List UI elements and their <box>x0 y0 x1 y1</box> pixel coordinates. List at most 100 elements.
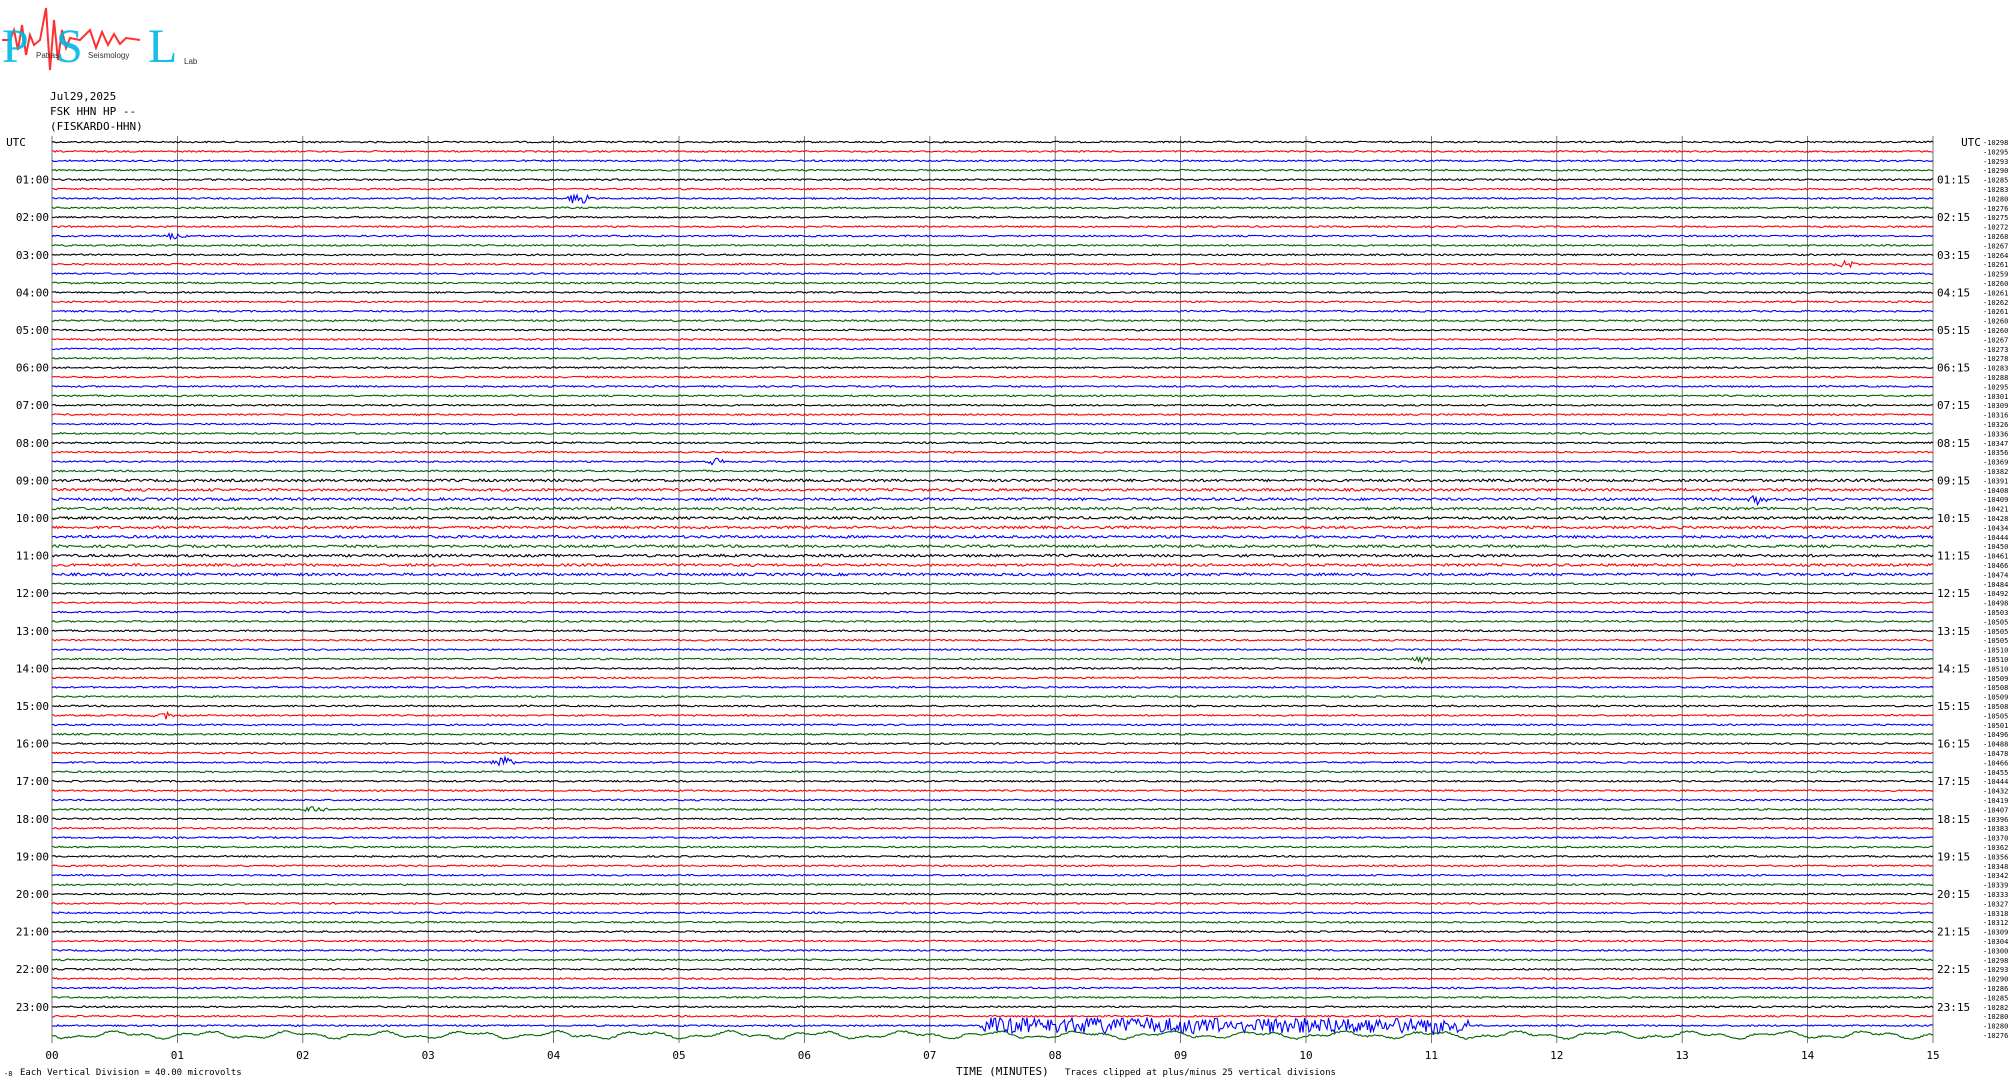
seismic-trace <box>51 638 1934 642</box>
trace-offset-label: -10455 <box>1983 769 2008 777</box>
trace-offset-label: -10492 <box>1983 590 2008 598</box>
seismic-trace <box>51 534 1934 540</box>
trace-offset-label: -10444 <box>1983 534 2008 542</box>
seismic-trace <box>51 422 1934 426</box>
seismic-trace <box>51 976 1934 981</box>
seismic-trace <box>51 629 1934 633</box>
footer-division-value: 40.00 microvolts <box>155 1068 242 1078</box>
left-hour-label: 07:00 <box>16 399 49 412</box>
trace-offset-label: -10259 <box>1983 271 2008 279</box>
seismic-trace <box>51 1029 1934 1041</box>
trace-offset-label: -10268 <box>1983 233 2008 241</box>
seismic-trace <box>51 394 1934 398</box>
seismic-trace <box>51 873 1934 877</box>
trace-offset-label: -10309 <box>1983 929 2008 937</box>
x-tick-label: 14 <box>1801 1049 1815 1062</box>
seismic-trace <box>51 281 1934 285</box>
trace-offset-label: -10505 <box>1983 618 2008 626</box>
trace-offset-label: -10450 <box>1983 543 2008 551</box>
right-axis-title: UTC <box>1961 136 1981 149</box>
trace-offset-label: -10280 <box>1983 1023 2008 1031</box>
x-tick-label: 08 <box>1049 1049 1062 1062</box>
seismic-trace <box>51 967 1934 971</box>
trace-offset-label: -10503 <box>1983 609 2008 617</box>
trace-offset-label: -10428 <box>1983 515 2008 523</box>
corner-mark: -8 <box>4 1070 12 1078</box>
seismic-trace <box>51 319 1934 323</box>
footer-division-label: Each Vertical Division = <box>20 1068 151 1078</box>
trace-offset-label: -10509 <box>1983 694 2008 702</box>
seismic-trace <box>51 854 1934 858</box>
right-hour-label: 22:15 <box>1937 963 1970 976</box>
seismic-trace <box>51 375 1934 379</box>
right-hour-label: 15:15 <box>1937 700 1970 713</box>
trace-offset-label: -10261 <box>1983 289 2008 297</box>
trace-offset-label: -10396 <box>1983 816 2008 824</box>
left-hour-label: 12:00 <box>16 587 49 600</box>
seismic-trace <box>51 864 1934 868</box>
trace-offset-label: -10336 <box>1983 430 2008 438</box>
trace-offset-label: -10508 <box>1983 684 2008 692</box>
trace-offset-label: -10347 <box>1983 440 2008 448</box>
seismic-trace <box>51 948 1934 952</box>
right-hour-label: 21:15 <box>1937 926 1970 939</box>
trace-offset-label: -10293 <box>1983 158 2008 166</box>
x-tick-label: 11 <box>1425 1049 1438 1062</box>
trace-offset-label: -10283 <box>1983 186 2008 194</box>
trace-offset-label: -10333 <box>1983 891 2008 899</box>
seismic-trace <box>51 741 1934 746</box>
trace-offset-label: -10510 <box>1983 656 2008 664</box>
seismic-trace <box>51 619 1934 623</box>
trace-offset-label: -10295 <box>1983 383 2008 391</box>
seismic-trace <box>51 168 1934 172</box>
trace-offset-label: -10286 <box>1983 985 2008 993</box>
left-hour-label: 17:00 <box>16 775 49 788</box>
trace-offset-label: -10267 <box>1983 242 2008 250</box>
seismic-trace <box>51 515 1934 521</box>
trace-offset-label: -10444 <box>1983 778 2008 786</box>
seismic-trace <box>52 487 1934 493</box>
seismic-trace <box>51 149 1933 153</box>
seismic-trace <box>51 901 1934 905</box>
right-hour-label: 23:15 <box>1937 1001 1970 1014</box>
left-hour-label: 10:00 <box>16 512 49 525</box>
trace-offset-label: -10309 <box>1983 402 2008 410</box>
trace-offset-label: -10339 <box>1983 882 2008 890</box>
seismic-trace <box>51 469 1934 473</box>
seismic-trace <box>51 779 1934 783</box>
trace-offset-label: -10301 <box>1983 393 2008 401</box>
seismic-trace <box>51 159 1934 163</box>
x-tick-label: 12 <box>1550 1049 1563 1062</box>
x-tick-label: 10 <box>1299 1049 1312 1062</box>
seismic-trace <box>51 478 1934 483</box>
seismic-trace <box>51 789 1934 793</box>
seismic-trace <box>51 553 1934 558</box>
seismic-trace <box>51 751 1934 755</box>
left-hour-label: 01:00 <box>16 174 49 187</box>
right-hour-label: 16:15 <box>1937 738 1970 751</box>
trace-offset-label: -10509 <box>1983 675 2008 683</box>
seismic-trace <box>51 328 1934 332</box>
trace-offset-label: -10348 <box>1983 863 2008 871</box>
left-hour-label: 04:00 <box>16 286 49 299</box>
trace-offset-label: -10391 <box>1983 477 2008 485</box>
trace-offset-label: -10298 <box>1983 957 2008 965</box>
left-hour-label: 05:00 <box>16 324 49 337</box>
right-hour-label: 08:15 <box>1937 437 1970 450</box>
trace-offset-label: -10484 <box>1983 581 2008 589</box>
seismic-trace <box>51 259 1934 269</box>
seismic-trace <box>51 431 1933 435</box>
seismic-trace <box>51 723 1934 727</box>
right-hour-label: 02:15 <box>1937 211 1970 224</box>
x-tick-label: 03 <box>422 1049 435 1062</box>
left-hour-label: 18:00 <box>16 813 49 826</box>
seismic-trace <box>51 494 1933 507</box>
seismic-trace <box>51 582 1934 586</box>
trace-offset-label: -10432 <box>1983 788 2008 796</box>
left-hour-label: 11:00 <box>16 550 49 563</box>
trace-offset-label: -10356 <box>1983 449 2008 457</box>
seismic-trace <box>51 732 1934 736</box>
seismic-trace <box>51 403 1934 407</box>
left-hour-label: 16:00 <box>16 738 49 751</box>
seismic-trace <box>51 525 1934 530</box>
